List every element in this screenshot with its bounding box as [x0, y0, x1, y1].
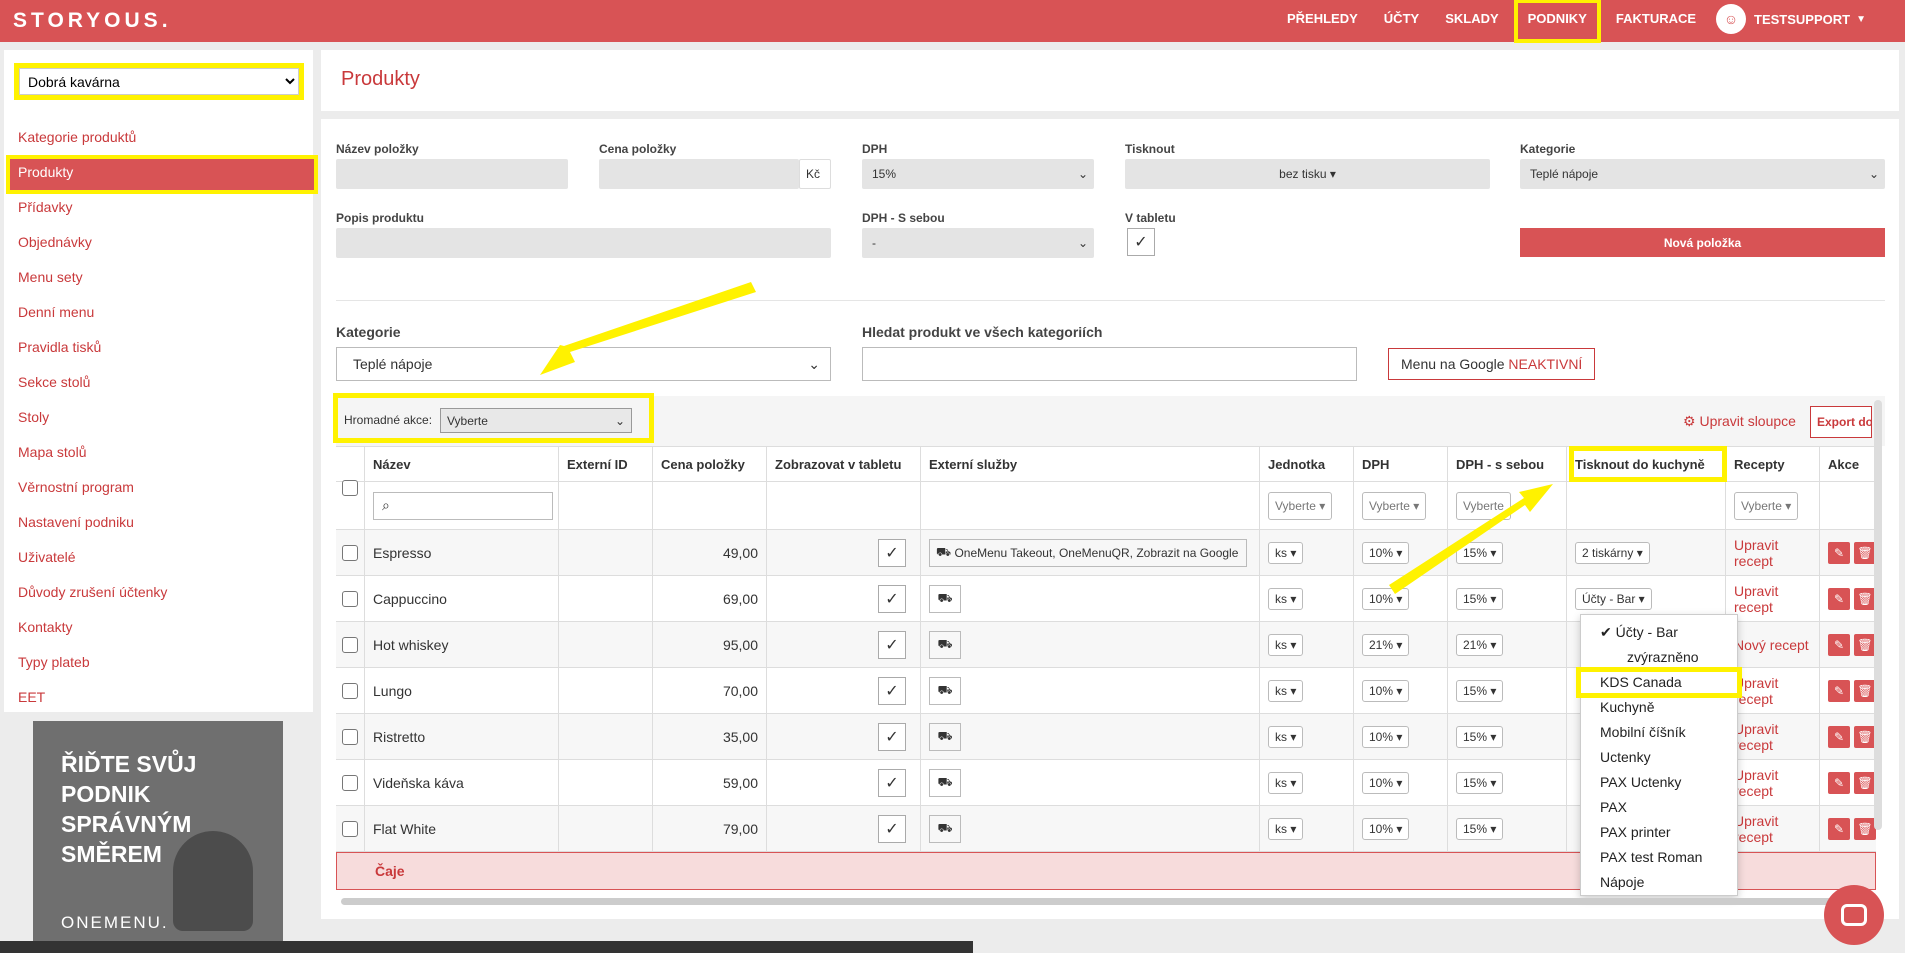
annotation-arrows	[540, 282, 1553, 594]
horizontal-scrollbar[interactable]	[341, 898, 1871, 905]
vertical-scrollbar[interactable]	[1874, 400, 1882, 830]
status-bar	[0, 941, 973, 953]
arrow-to-category	[540, 282, 756, 375]
chat-icon	[1841, 904, 1867, 926]
arrow-to-kitchen	[1389, 484, 1553, 594]
chat-launcher[interactable]	[1824, 885, 1884, 945]
